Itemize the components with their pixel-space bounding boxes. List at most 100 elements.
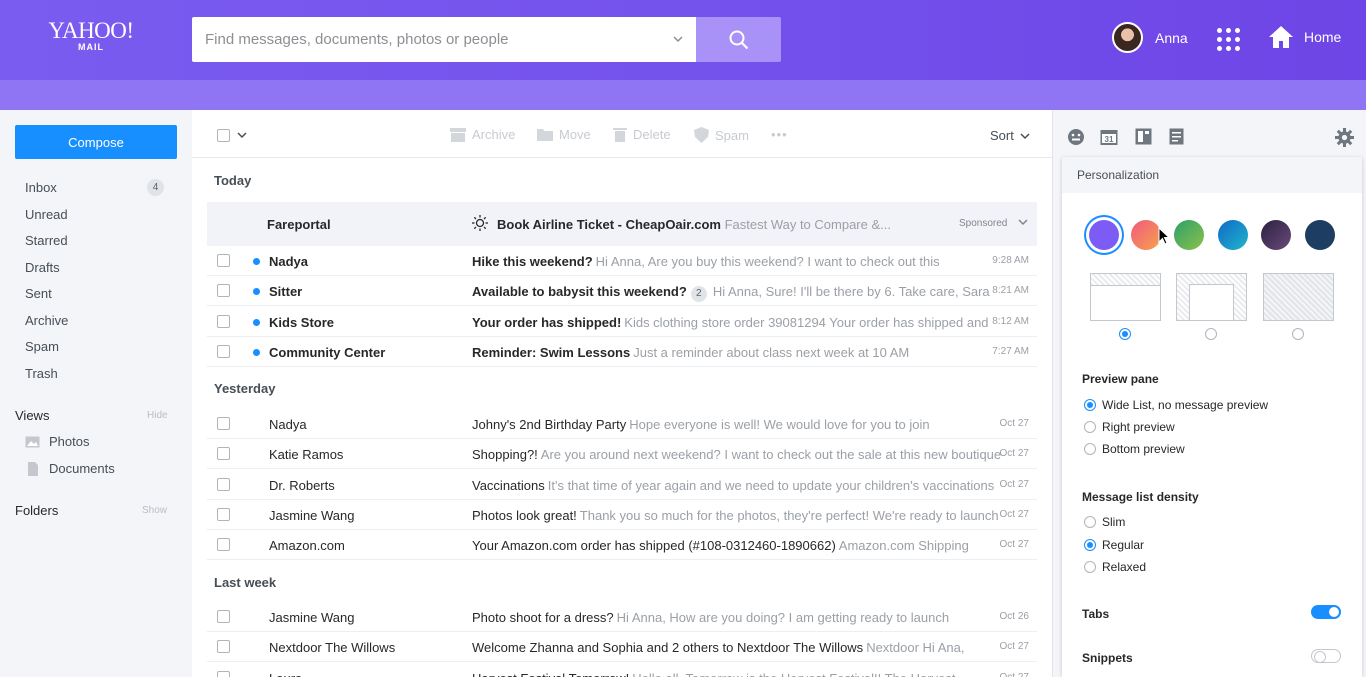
compose-button[interactable]: Compose (15, 125, 177, 159)
yahoo-mail-logo[interactable]: YAHOO! MAIL (47, 19, 135, 52)
density-radio-slim[interactable] (1084, 516, 1096, 528)
calendar-icon[interactable]: 31 (1100, 128, 1118, 146)
message-checkbox[interactable] (217, 671, 230, 677)
message-row[interactable]: Jasmine Wang Photos look great! Thank you … (207, 500, 1037, 530)
message-snippet: Hope everyone is well! We would love for… (629, 417, 930, 432)
notepad-icon[interactable] (1135, 128, 1152, 145)
message-checkbox[interactable] (217, 417, 230, 430)
message-checkbox[interactable] (217, 284, 230, 297)
theme-swatch-purple[interactable] (1089, 220, 1119, 250)
sidebar-item-spam[interactable]: Spam (25, 339, 59, 354)
theme-swatch-navy[interactable] (1305, 220, 1335, 250)
density-radio-regular[interactable] (1084, 539, 1096, 551)
avatar (1112, 22, 1143, 53)
user-menu[interactable]: Anna (1112, 22, 1188, 53)
message-row[interactable]: Community Center Reminder: Swim Lessons Ju… (207, 337, 1037, 367)
message-row[interactable]: Amazon.com Your Amazon.com order has ship… (207, 530, 1037, 560)
ad-options-chevron-icon[interactable] (1018, 218, 1028, 226)
snippets-toggle[interactable] (1311, 649, 1341, 663)
contacts-icon[interactable] (1067, 128, 1085, 146)
theme-swatch-green[interactable] (1174, 220, 1204, 250)
sort-button[interactable]: Sort (990, 128, 1030, 143)
layout-option-background[interactable] (1263, 273, 1334, 321)
layout-radio-centered[interactable] (1205, 328, 1217, 340)
preview-radio-bottom[interactable] (1084, 443, 1096, 455)
message-snippet: Just a reminder about class next week at… (633, 345, 910, 360)
message-checkbox[interactable] (217, 538, 230, 551)
layout-radio-background[interactable] (1292, 328, 1304, 340)
layout-radio-full-width[interactable] (1119, 328, 1131, 340)
sidebar-item-drafts[interactable]: Drafts (25, 260, 60, 275)
message-subject: Photo shoot for a dress? (472, 610, 614, 625)
message-checkbox[interactable] (217, 315, 230, 328)
message-row[interactable]: Nextdoor The Willows Welcome Zhanna and S… (207, 632, 1037, 662)
message-subject-line: Vaccinations It's that time of year again… (472, 478, 994, 493)
home-link[interactable]: Home (1268, 25, 1341, 49)
message-checkbox[interactable] (217, 254, 230, 267)
message-checkbox[interactable] (217, 640, 230, 653)
sponsored-ad-row[interactable]: Fareportal Book Airline Ticket - CheapOa… (207, 202, 1037, 246)
sidebar-item-starred[interactable]: Starred (25, 233, 68, 248)
message-sender: Dr. Roberts (269, 478, 335, 493)
more-actions-button[interactable]: ••• (771, 127, 788, 142)
message-checkbox[interactable] (217, 508, 230, 521)
message-row[interactable]: Kids Store Your order has shipped! Kids cl… (207, 307, 1037, 337)
svg-text:31: 31 (1105, 135, 1114, 144)
message-date: 8:21 AM (992, 285, 1029, 296)
message-checkbox[interactable] (217, 610, 230, 623)
message-date: Oct 27 (999, 539, 1029, 550)
sidebar-item-unread[interactable]: Unread (25, 207, 68, 222)
message-checkbox[interactable] (217, 447, 230, 460)
message-toolbar: Archive Move Delete Spam ••• Sort (192, 110, 1052, 158)
archive-button[interactable]: Archive (450, 127, 515, 142)
message-row[interactable]: Nadya Johny's 2nd Birthday Party Hope ever… (207, 409, 1037, 439)
message-row[interactable]: Dr. Roberts Vaccinations It's that time of… (207, 470, 1037, 500)
density-radio-relaxed[interactable] (1084, 561, 1096, 573)
message-date: Oct 27 (999, 479, 1029, 490)
message-list: Archive Move Delete Spam ••• Sort Today … (192, 110, 1052, 677)
search-input[interactable] (192, 17, 652, 62)
gear-icon[interactable] (1335, 128, 1354, 147)
move-button[interactable]: Move (537, 127, 591, 142)
density-option-regular[interactable]: Regular (1102, 538, 1144, 552)
sidebar-item-trash[interactable]: Trash (25, 366, 58, 381)
layout-option-centered[interactable] (1176, 273, 1247, 321)
sidebar-item-archive[interactable]: Archive (25, 313, 68, 328)
folders-show-link[interactable]: Show (142, 505, 167, 516)
select-all-checkbox[interactable] (217, 129, 230, 142)
search-options-chevron-icon[interactable] (672, 31, 684, 47)
delete-button[interactable]: Delete (613, 127, 671, 142)
preview-option-bottom[interactable]: Bottom preview (1102, 442, 1185, 456)
density-option-relaxed[interactable]: Relaxed (1102, 560, 1146, 574)
preview-radio-wide-list[interactable] (1084, 399, 1096, 411)
unread-dot-icon (253, 288, 260, 295)
sidebar-item-inbox[interactable]: Inbox (25, 180, 57, 195)
spam-button[interactable]: Spam (694, 127, 749, 143)
density-option-slim[interactable]: Slim (1102, 515, 1125, 529)
notes-icon[interactable] (1169, 128, 1184, 145)
sidebar-item-sent[interactable]: Sent (25, 286, 52, 301)
preview-option-right[interactable]: Right preview (1102, 420, 1175, 434)
tabs-toggle[interactable] (1311, 605, 1341, 619)
sidebar-item-photos[interactable]: Photos (25, 434, 89, 449)
message-checkbox[interactable] (217, 478, 230, 491)
message-row[interactable]: Laura Harvest Festival Tomorrow!Hello all… (207, 663, 1037, 677)
message-row[interactable]: Nadya Hike this weekend? Hi Anna, Are you … (207, 246, 1037, 276)
apps-grid-icon[interactable] (1217, 28, 1240, 51)
message-row[interactable]: Sitter Available to babysit this weekend?… (207, 276, 1037, 306)
theme-swatch-blue[interactable] (1218, 220, 1248, 250)
message-row[interactable]: Jasmine Wang Photo shoot for a dress? Hi A… (207, 602, 1037, 632)
select-options-chevron-icon[interactable] (237, 131, 247, 139)
message-row[interactable]: Katie Ramos Shopping?! Are you around next… (207, 439, 1037, 469)
sidebar-item-documents[interactable]: Documents (25, 461, 115, 476)
delete-label: Delete (633, 127, 671, 142)
preview-option-wide-list[interactable]: Wide List, no message preview (1102, 398, 1268, 412)
search-button[interactable] (696, 17, 781, 62)
layout-option-full-width[interactable] (1090, 273, 1161, 321)
views-hide-link[interactable]: Hide (147, 410, 168, 421)
theme-swatch-plum[interactable] (1261, 220, 1291, 250)
message-checkbox[interactable] (217, 345, 230, 358)
theme-swatch-sunset[interactable] (1131, 220, 1161, 250)
move-label: Move (559, 127, 591, 142)
preview-radio-right[interactable] (1084, 421, 1096, 433)
